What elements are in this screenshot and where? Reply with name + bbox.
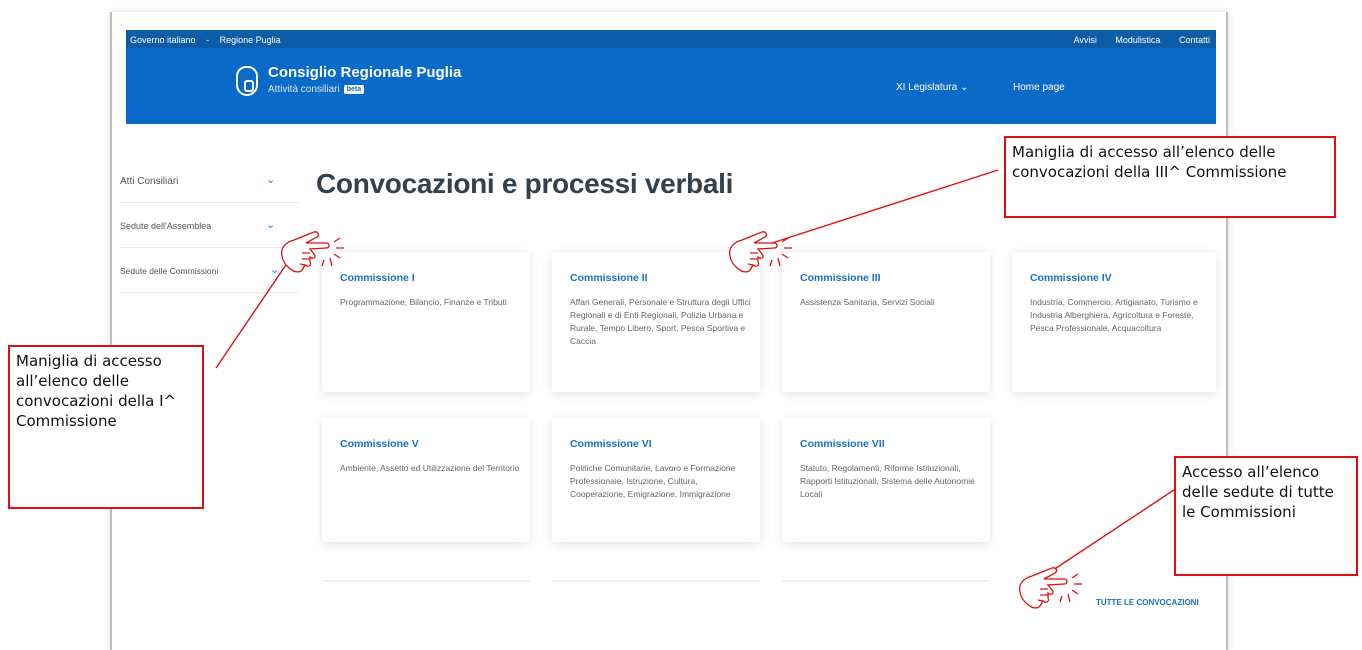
annotation-line-iii <box>771 169 999 244</box>
annotation-note-i: Maniglia di accesso all’elenco delle con… <box>8 345 204 509</box>
hand-pointer-icon <box>1018 567 1082 609</box>
annotation-line-all <box>1037 481 1187 581</box>
hand-pointer-icon <box>728 231 792 273</box>
annotation-note-iii: Maniglia di accesso all’elenco delle con… <box>1004 136 1336 218</box>
annotation-line-i <box>215 255 293 369</box>
hand-pointer-icon <box>280 231 344 273</box>
annotation-note-all: Accesso all’elenco delle sedute di tutte… <box>1174 456 1358 576</box>
annotation-overlay <box>215 169 1187 609</box>
